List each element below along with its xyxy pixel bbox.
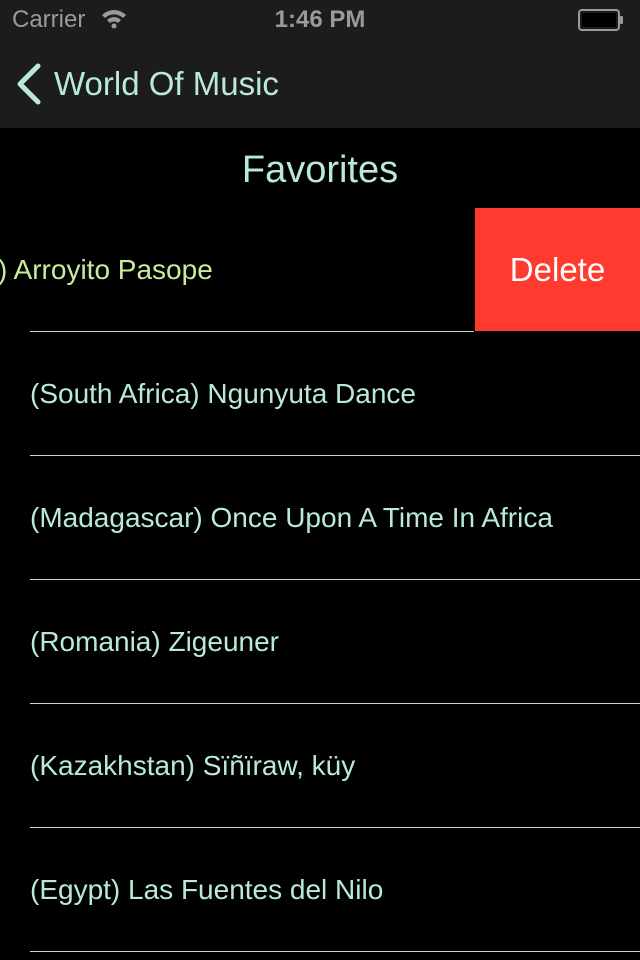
navigation-bar: World Of Music: [0, 40, 640, 128]
back-button-label: World Of Music: [54, 65, 279, 102]
list-item-label: ) Arroyito Pasope: [0, 254, 213, 285]
list-item-label: (Kazakhstan) Sïñïraw, küy: [30, 750, 356, 781]
list-item-label: (Egypt) Las Fuentes del Nilo: [30, 874, 384, 905]
list-item[interactable]: (Romania) Zigeuner: [0, 580, 640, 704]
list-item[interactable]: ) Arroyito Pasope Delete: [0, 208, 640, 332]
delete-button[interactable]: Delete: [475, 208, 640, 331]
chevron-left-icon: [17, 63, 41, 105]
row-divider: [30, 951, 640, 952]
back-button[interactable]: World Of Music: [14, 40, 279, 128]
battery-icon: [578, 9, 623, 31]
list-item-label: (Romania) Zigeuner: [30, 626, 279, 657]
list-item[interactable]: (Egypt) Las Fuentes del Nilo: [0, 828, 640, 952]
status-bar: Carrier 1:46 PM: [0, 0, 640, 40]
section-title: Favorites: [241, 149, 399, 191]
list-item-label: (Madagascar) Once Upon A Time In Africa: [30, 502, 553, 533]
list-item[interactable]: (Kazakhstan) Sïñïraw, küy: [0, 704, 640, 828]
list-item-label: (South Africa) Ngunyuta Dance: [30, 378, 416, 409]
favorites-list: ) Arroyito Pasope Delete (South Africa) …: [0, 208, 640, 952]
list-item[interactable]: (Madagascar) Once Upon A Time In Africa: [0, 456, 640, 580]
clock-time: 1:46 PM: [274, 6, 366, 33]
list-item[interactable]: (South Africa) Ngunyuta Dance: [0, 332, 640, 456]
